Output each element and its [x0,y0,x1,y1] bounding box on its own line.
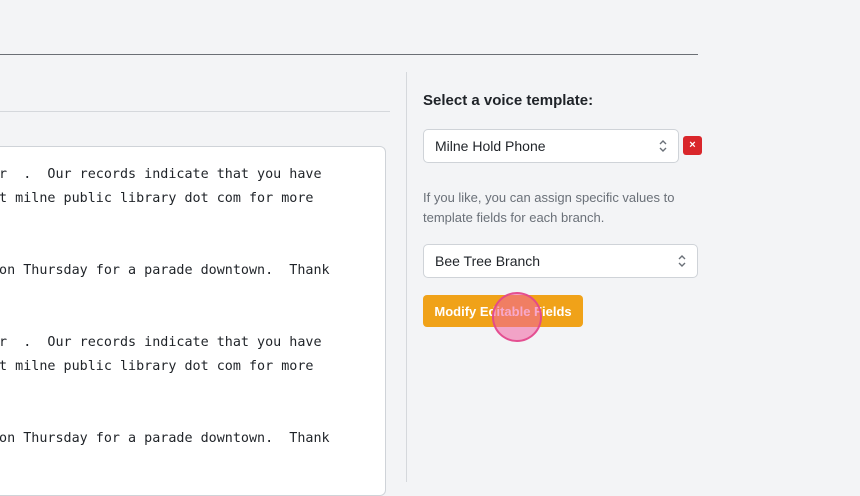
message-preview[interactable]: or . Our records indicate that you have … [0,146,386,496]
preview-line: or . Our records indicate that you have [0,167,322,182]
preview-line: on Thursday for a parade downtown. Thank [0,263,330,278]
preview-header-divider [0,111,390,112]
preview-line: ot milne public library dot com for more [0,359,314,374]
remove-template-button[interactable]: × [683,136,702,155]
template-panel: Select a voice template: Milne Hold Phon… [423,0,703,480]
select-chevron-icon [678,255,686,267]
preview-line: or . Our records indicate that you have [0,335,322,350]
close-icon: × [689,139,696,151]
voice-template-value: Milne Hold Phone [435,138,546,154]
select-chevron-icon [659,140,667,152]
modify-editable-fields-button[interactable]: Modify Editable Fields [423,295,583,327]
branch-value: Bee Tree Branch [435,253,541,269]
voice-template-select[interactable]: Milne Hold Phone [423,129,679,163]
help-text: If you like, you can assign specific val… [423,190,675,225]
pane-divider [406,72,407,482]
preview-line: on Thursday for a parade downtown. Thank [0,431,330,446]
branch-select[interactable]: Bee Tree Branch [423,244,698,278]
template-heading: Select a voice template: [423,92,594,109]
preview-line: ot milne public library dot com for more [0,191,314,206]
